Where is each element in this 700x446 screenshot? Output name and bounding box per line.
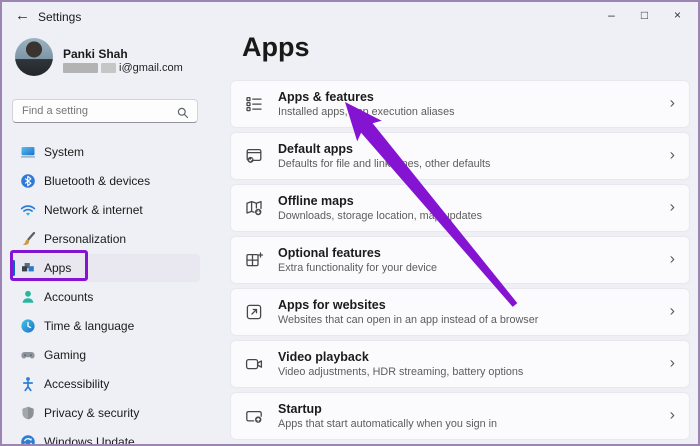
system-icon: [20, 144, 36, 160]
apps-icon: [20, 260, 36, 276]
apps-features-icon: [244, 94, 264, 114]
card-title: Offline maps: [278, 194, 482, 208]
card-subtitle: Video adjustments, HDR streaming, batter…: [278, 366, 523, 378]
card-subtitle: Downloads, storage location, map updates: [278, 210, 482, 222]
settings-window: ← Settings – □ × Panki Shah i@gmail.com …: [0, 0, 700, 446]
network-icon: [20, 202, 36, 218]
startup-icon: [244, 406, 264, 426]
card-title: Apps for websites: [278, 298, 538, 312]
redacted-block: [101, 63, 116, 73]
personalization-icon: [20, 231, 36, 247]
card-title: Video playback: [278, 350, 523, 364]
time-language-icon: [20, 318, 36, 334]
sidebar-item-accessibility[interactable]: Accessibility: [12, 370, 200, 398]
profile-email: i@gmail.com: [63, 62, 183, 74]
card-title: Apps & features: [278, 90, 454, 104]
card-subtitle: Extra functionality for your device: [278, 262, 437, 274]
avatar[interactable]: [15, 38, 53, 76]
sidebar-item-accounts[interactable]: Accounts: [12, 283, 200, 311]
minimize-button[interactable]: –: [595, 2, 628, 28]
sidebar-item-label: Windows Update: [44, 435, 135, 446]
privacy-icon: [20, 405, 36, 421]
sidebar-item-personalization[interactable]: Personalization: [12, 225, 200, 253]
sidebar-item-apps[interactable]: Apps: [12, 254, 200, 282]
sidebar-item-label: Bluetooth & devices: [44, 174, 150, 188]
card-text: Apps for websites Websites that can open …: [278, 298, 538, 326]
card-text: Startup Apps that start automatically whe…: [278, 402, 497, 430]
email-suffix: i@gmail.com: [119, 62, 183, 74]
video-playback-icon: [244, 354, 264, 374]
titlebar: ← Settings – □ ×: [2, 2, 698, 32]
card-apps-features[interactable]: Apps & features Installed apps, app execu…: [230, 80, 690, 128]
window-controls: – □ ×: [595, 2, 694, 28]
sidebar-item-privacy-security[interactable]: Privacy & security: [12, 399, 200, 427]
search-input[interactable]: [22, 100, 172, 122]
sidebar-item-label: Accounts: [44, 290, 93, 304]
card-startup[interactable]: Startup Apps that start automatically whe…: [230, 392, 690, 440]
maximize-button[interactable]: □: [628, 2, 661, 28]
selected-indicator: [12, 260, 15, 276]
accounts-icon: [20, 289, 36, 305]
card-text: Apps & features Installed apps, app execu…: [278, 90, 454, 118]
apps-websites-icon: [244, 302, 264, 322]
chevron-right-icon: ›: [670, 302, 675, 320]
card-subtitle: Apps that start automatically when you s…: [278, 418, 497, 430]
back-arrow-icon[interactable]: ←: [15, 7, 30, 24]
card-apps-for-websites[interactable]: Apps for websites Websites that can open …: [230, 288, 690, 336]
chevron-right-icon: ›: [670, 146, 675, 164]
card-text: Default apps Defaults for file and link t…: [278, 142, 490, 170]
sidebar-item-gaming[interactable]: Gaming: [12, 341, 200, 369]
card-offline-maps[interactable]: Offline maps Downloads, storage location,…: [230, 184, 690, 232]
sidebar-item-label: Gaming: [44, 348, 86, 362]
sidebar-item-label: Personalization: [44, 232, 126, 246]
default-apps-icon: [244, 146, 264, 166]
card-text: Optional features Extra functionality for…: [278, 246, 437, 274]
offline-maps-icon: [244, 198, 264, 218]
windows-update-icon: [20, 434, 36, 446]
gaming-icon: [20, 347, 36, 363]
chevron-right-icon: ›: [670, 94, 675, 112]
card-subtitle: Websites that can open in an app instead…: [278, 314, 538, 326]
page-title: Apps: [242, 32, 310, 63]
sidebar-item-label: Privacy & security: [44, 406, 139, 420]
sidebar-item-bluetooth-devices[interactable]: Bluetooth & devices: [12, 167, 200, 195]
sidebar-item-network-internet[interactable]: Network & internet: [12, 196, 200, 224]
close-button[interactable]: ×: [661, 2, 694, 28]
card-subtitle: Defaults for file and link types, other …: [278, 158, 490, 170]
optional-features-icon: [244, 250, 264, 270]
card-text: Video playback Video adjustments, HDR str…: [278, 350, 523, 378]
sidebar-item-label: Accessibility: [44, 377, 109, 391]
card-text: Offline maps Downloads, storage location,…: [278, 194, 482, 222]
sidebar-item-label: Time & language: [44, 319, 134, 333]
sidebar-item-label: Apps: [44, 261, 71, 275]
window-title: Settings: [38, 10, 81, 24]
settings-card-list: Apps & features Installed apps, app execu…: [230, 80, 690, 444]
accessibility-icon: [20, 376, 36, 392]
redacted-block: [63, 63, 98, 73]
sidebar-item-time-language[interactable]: Time & language: [12, 312, 200, 340]
profile-name: Panki Shah: [63, 47, 128, 61]
bluetooth-icon: [20, 173, 36, 189]
card-default-apps[interactable]: Default apps Defaults for file and link t…: [230, 132, 690, 180]
card-title: Startup: [278, 402, 497, 416]
chevron-right-icon: ›: [670, 198, 675, 216]
card-video-playback[interactable]: Video playback Video adjustments, HDR str…: [230, 340, 690, 388]
search-box[interactable]: [12, 99, 198, 123]
chevron-right-icon: ›: [670, 354, 675, 372]
chevron-right-icon: ›: [670, 406, 675, 424]
sidebar-item-windows-update[interactable]: Windows Update: [12, 428, 200, 446]
chevron-right-icon: ›: [670, 250, 675, 268]
sidebar-item-label: System: [44, 145, 84, 159]
sidebar-nav: System Bluetooth & devices Network & inter…: [2, 138, 212, 446]
card-title: Optional features: [278, 246, 437, 260]
search-icon: [177, 106, 189, 124]
card-subtitle: Installed apps, app execution aliases: [278, 106, 454, 118]
sidebar-item-system[interactable]: System: [12, 138, 200, 166]
sidebar-item-label: Network & internet: [44, 203, 143, 217]
card-optional-features[interactable]: Optional features Extra functionality for…: [230, 236, 690, 284]
card-title: Default apps: [278, 142, 490, 156]
